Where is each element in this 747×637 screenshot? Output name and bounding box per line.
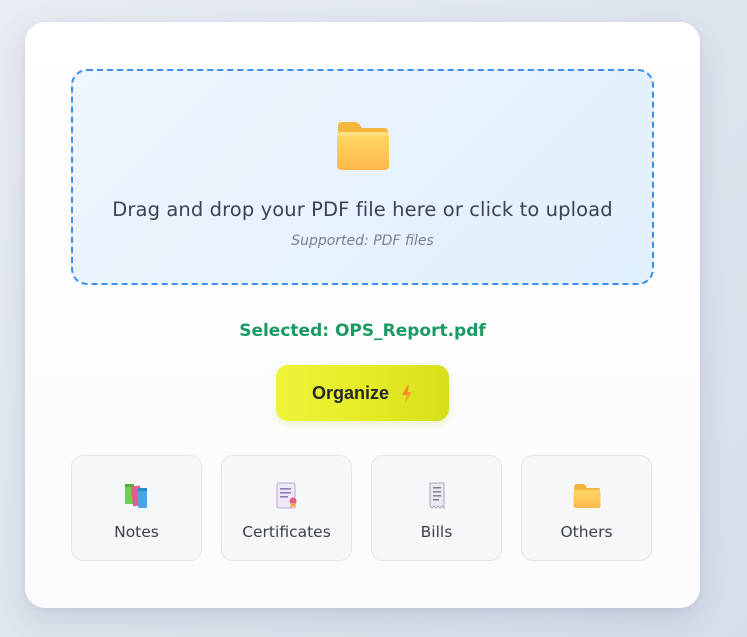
folder-icon <box>572 482 602 510</box>
category-label: Bills <box>420 523 453 541</box>
category-notes[interactable]: Notes <box>71 455 202 561</box>
category-label: Others <box>560 523 613 541</box>
category-others[interactable]: Others <box>521 455 652 561</box>
books-icon <box>122 482 152 510</box>
category-certificates[interactable]: Certificates <box>221 455 352 561</box>
organize-button[interactable]: Organize <box>276 365 449 421</box>
category-label: Notes <box>114 523 159 541</box>
organize-button-label: Organize <box>311 382 390 403</box>
dropzone-title: Drag and drop your PDF file here or clic… <box>112 198 613 221</box>
dropzone-subtitle: Supported: PDF files <box>291 233 434 249</box>
pdf-dropzone[interactable]: Drag and drop your PDF file here or clic… <box>71 69 654 285</box>
receipt-icon <box>422 482 452 510</box>
lightning-icon <box>401 385 413 403</box>
upload-card: Drag and drop your PDF file here or clic… <box>25 22 700 608</box>
selected-file-text: Selected: OPS_Report.pdf <box>239 321 486 341</box>
category-bills[interactable]: Bills <box>371 455 502 561</box>
category-label: Certificates <box>242 523 331 541</box>
folder-icon <box>336 120 390 172</box>
certificate-icon <box>272 482 302 510</box>
